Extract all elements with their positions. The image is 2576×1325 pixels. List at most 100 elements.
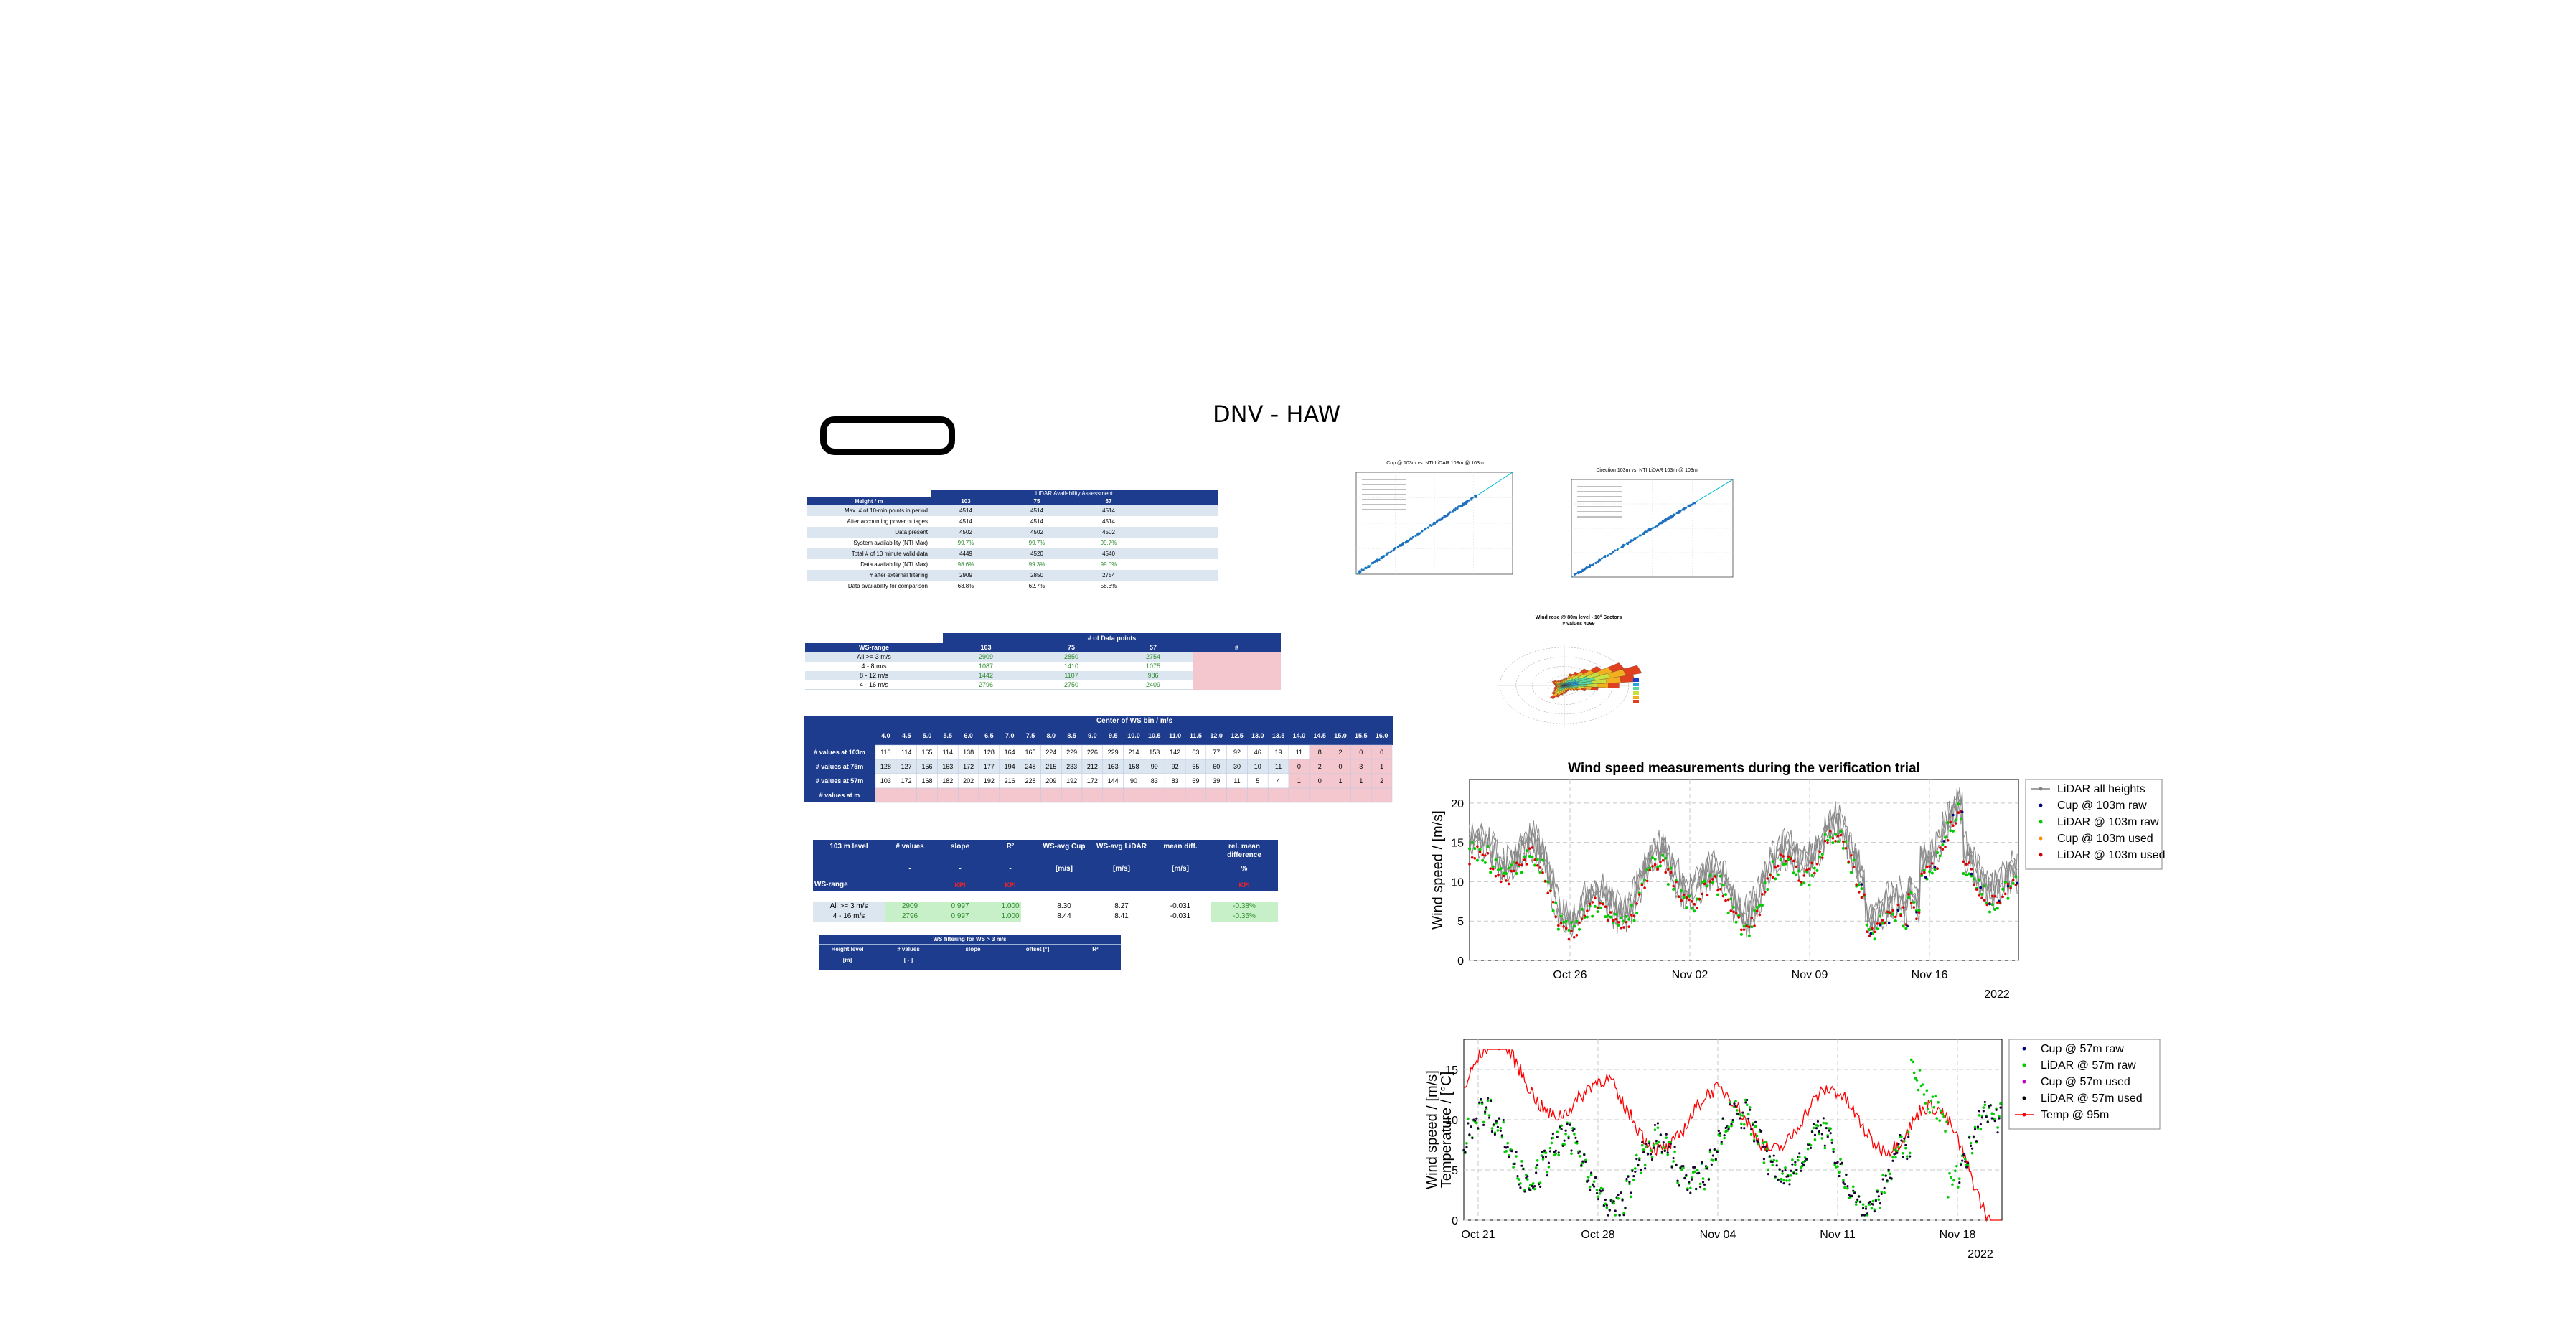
scatter-point [1368,566,1371,568]
bin-cell: 110 [880,749,891,756]
series-lidar-57m-raw [1879,1207,1882,1209]
filter-unit: [ - ] [903,957,913,963]
series-lidar-57m-used [1522,1168,1525,1171]
series-lidar-103m-raw [1839,830,1843,833]
scatter-point [1461,505,1464,507]
bin-cell: 83 [1150,777,1158,785]
series-lidar-103m-used [1899,914,1902,917]
series-lidar-103m-raw [1771,860,1774,863]
scatter-point [1468,499,1471,502]
bin-cell: 163 [1107,763,1119,770]
filter-col-header: Height level [831,946,864,952]
series-lidar-103m-used [1747,925,1751,929]
series-lidar-57m-raw [1719,1134,1722,1138]
reg-unit: - [959,865,962,873]
windrose-legend-swatch [1633,696,1639,699]
series-lidar-57m-used [1982,1110,1985,1113]
series-lidar-57m-raw [1665,1136,1668,1139]
series-lidar-57m-raw [1812,1126,1815,1130]
series-lidar-57m-used [1659,1133,1662,1136]
series-lidar-57m-raw [1693,1170,1696,1174]
bin-cell: 158 [1128,763,1139,770]
series-lidar-57m-used [1774,1175,1777,1178]
scatter-point [1592,563,1595,566]
series-lidar-103m-raw [1787,858,1790,861]
series-lidar-103m-raw [1635,911,1639,914]
series-lidar-57m-used [1631,1169,1634,1172]
series-lidar-57m-used [1995,1108,1998,1111]
series-lidar-103m-used [1476,845,1479,848]
bin-cell: 0 [1359,749,1363,756]
series-lidar-57m-raw [1925,1089,1929,1092]
series-lidar-103m-raw [1531,855,1534,858]
series-lidar-103m-used [1637,893,1641,896]
series-lidar-103m-raw [1936,851,1940,855]
points-cell: 2796 [978,681,994,688]
series-lidar-57m-raw [1829,1127,1832,1130]
series-lidar-57m-raw [1969,1141,1973,1145]
y-tick-label: 20 [1451,798,1464,810]
series-lidar-57m-raw [1784,1166,1787,1169]
scatter-point [1670,515,1673,518]
scatter-point [1659,521,1662,524]
series-lidar-57m-used [1864,1207,1868,1210]
series-lidar-57m-used [1727,1128,1730,1130]
series-lidar-103m-raw [1701,881,1704,885]
series-lidar-57m-raw [1851,1185,1855,1189]
series-lidar-57m-used [1810,1130,1814,1133]
series-lidar-57m-raw [1588,1185,1592,1189]
series-lidar-57m-used [1673,1146,1676,1148]
series-lidar-57m-raw [1788,1179,1791,1182]
series-lidar-103m-raw [1928,870,1932,874]
series-lidar-103m-used [1494,874,1498,878]
series-lidar-103m-used [1975,888,1978,891]
series-lidar-57m-raw [1843,1186,1846,1189]
series-lidar-57m-raw [1950,1176,1952,1179]
points-cell: 986 [1147,672,1159,679]
x-tick-label: Nov 02 [1672,969,1708,981]
series-lidar-103m-used [1645,879,1649,883]
series-lidar-103m-used [1831,837,1835,840]
series-lidar-57m-raw [1940,1109,1942,1113]
series-lidar-57m-used [1759,1130,1763,1133]
series-lidar-103m-used [1896,903,1900,907]
series-lidar-57m-used [1502,1118,1505,1122]
series-lidar-57m-raw [1864,1205,1868,1209]
series-lidar-57m-raw [1533,1187,1536,1191]
series-lidar-103m-raw [1666,882,1670,886]
series-lidar-57m-used [1978,1110,1981,1113]
wind-rose: Wind rose @ 80m level - 10° Sectors # va… [1493,615,1665,737]
series-lidar-103m-raw [1779,858,1782,861]
series-lidar-57m-raw [1467,1117,1470,1120]
series-lidar-103m-raw [1497,868,1500,871]
series-lidar-57m-used [1805,1158,1808,1161]
series-lidar-57m-raw [1550,1141,1553,1145]
series-lidar-103m-raw [1954,818,1957,822]
bin-cell: 30 [1233,763,1241,770]
series-lidar-57m-raw [1944,1130,1947,1133]
filter-col-header: slope [965,946,981,952]
series-lidar-103m-raw [1604,915,1607,919]
points-col-header: 57 [1149,644,1157,651]
rounded-rectangle-shape[interactable] [820,416,955,455]
series-lidar-57m-raw [1934,1095,1937,1098]
reg-criteria: KPI [1005,881,1016,889]
series-lidar-57m-raw [1909,1058,1913,1062]
series-lidar-57m-raw [1551,1136,1555,1140]
series-lidar-103m-raw [1711,881,1714,884]
series-lidar-57m-used [1979,1123,1982,1126]
series-lidar-103m-used [1481,853,1485,856]
series-lidar-57m-used [1970,1147,1974,1150]
series-lidar-103m-raw [1468,847,1471,851]
bin-cell: 4 [1277,777,1281,785]
series-lidar-103m-used [1737,916,1741,919]
series-lidar-57m-used [1646,1153,1650,1156]
series-lidar-103m-raw [2011,881,2015,885]
scatter-point [1602,556,1605,559]
bin-header: 14.0 [1292,732,1306,739]
series-lidar-57m-raw [1983,1103,1987,1107]
series-lidar-57m-used [1498,1117,1500,1120]
series-lidar-57m-raw [1931,1095,1935,1098]
series-lidar-103m-used [1993,894,1997,898]
series-lidar-57m-used [1564,1129,1567,1132]
